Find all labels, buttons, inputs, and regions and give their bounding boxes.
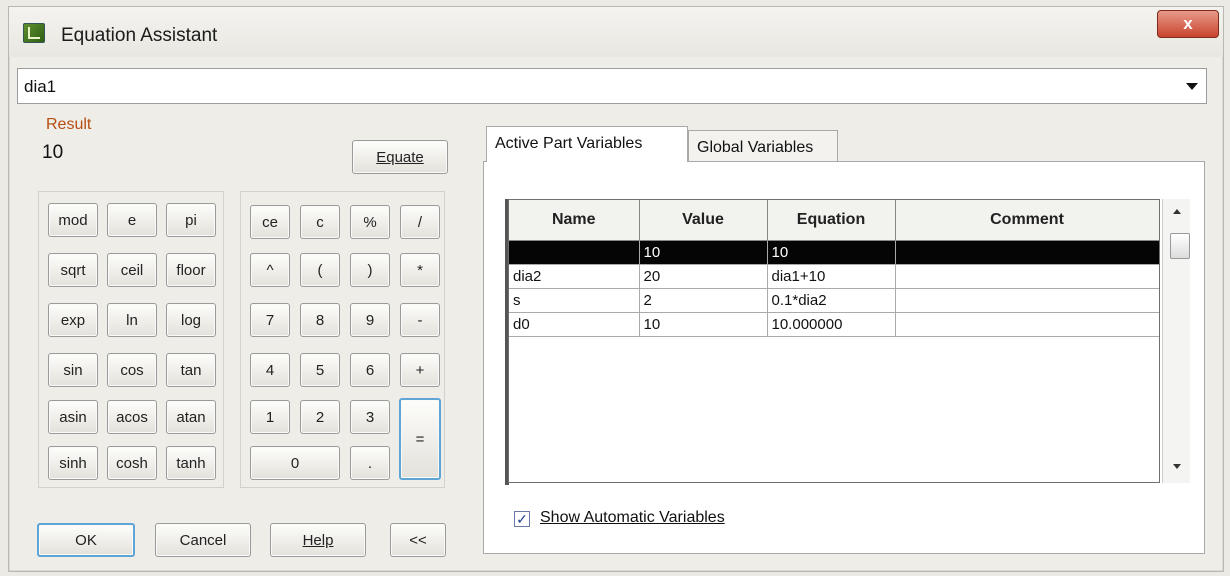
cell-name[interactable]: dia2 [509, 264, 640, 289]
key-cos[interactable]: cos [107, 353, 157, 387]
show-automatic-variables-checkbox[interactable]: ✓ [514, 511, 530, 527]
key-5[interactable]: 5 [300, 353, 340, 387]
column-header-value[interactable]: Value [639, 200, 768, 241]
key-percent[interactable]: % [350, 205, 390, 239]
table-header-row: Name Value Equation Comment [509, 200, 1159, 241]
key-ceil[interactable]: ceil [107, 253, 157, 287]
table-row[interactable]: dia2 20 dia1+10 [509, 264, 1159, 289]
key-2[interactable]: 2 [300, 400, 340, 434]
key-e[interactable]: e [107, 203, 157, 237]
key-power[interactable]: ^ [250, 253, 290, 287]
key-sqrt[interactable]: sqrt [48, 253, 98, 287]
key-4[interactable]: 4 [250, 353, 290, 387]
chevron-down-icon[interactable] [1186, 83, 1198, 90]
key-sinh[interactable]: sinh [48, 446, 98, 480]
tab-global-variables[interactable]: Global Variables [688, 130, 838, 161]
key-exp[interactable]: exp [48, 303, 98, 337]
scroll-thumb[interactable] [1170, 233, 1190, 259]
key-mod[interactable]: mod [48, 203, 98, 237]
cell-value[interactable]: 2 [639, 288, 768, 313]
cell-equation[interactable]: 10.000000 [767, 312, 896, 337]
key-pi[interactable]: pi [166, 203, 216, 237]
result-value: 10 [42, 142, 64, 163]
key-sin[interactable]: sin [48, 353, 98, 387]
table-row-selected[interactable]: 10 10 [509, 240, 1159, 265]
cell-value[interactable]: 10 [639, 240, 768, 265]
app-icon [23, 23, 45, 43]
scroll-down-icon[interactable] [1173, 464, 1181, 469]
key-tanh[interactable]: tanh [166, 446, 216, 480]
key-0[interactable]: 0 [250, 446, 340, 480]
close-button[interactable]: x [1157, 10, 1219, 38]
collapse-button[interactable]: << [390, 523, 446, 557]
cell-comment[interactable] [895, 240, 1159, 265]
window-title: Equation Assistant [61, 25, 218, 46]
cell-equation[interactable]: 10 [767, 240, 896, 265]
key-9[interactable]: 9 [350, 303, 390, 337]
table-scrollbar[interactable] [1162, 199, 1190, 483]
key-plus[interactable]: + [400, 353, 440, 387]
key-3[interactable]: 3 [350, 400, 390, 434]
key-open-paren[interactable]: ( [300, 253, 340, 287]
key-ce[interactable]: ce [250, 205, 290, 239]
key-minus[interactable]: - [400, 303, 440, 337]
key-c[interactable]: c [300, 205, 340, 239]
cell-comment[interactable] [895, 312, 1159, 337]
cell-equation[interactable]: dia1+10 [767, 264, 896, 289]
cell-equation[interactable]: 0.1*dia2 [767, 288, 896, 313]
key-floor[interactable]: floor [166, 253, 216, 287]
key-6[interactable]: 6 [350, 353, 390, 387]
title-bar[interactable]: Equation Assistant x [9, 7, 1223, 57]
equate-button[interactable]: Equate [352, 140, 448, 174]
expression-combobox[interactable]: dia1 [17, 68, 1207, 104]
column-header-comment[interactable]: Comment [895, 200, 1159, 241]
cell-name[interactable]: d0 [509, 312, 640, 337]
key-cosh[interactable]: cosh [107, 446, 157, 480]
variables-table[interactable]: Name Value Equation Comment 10 10 dia2 2… [508, 199, 1160, 483]
cell-name[interactable]: s [509, 288, 640, 313]
key-1[interactable]: 1 [250, 400, 290, 434]
key-close-paren[interactable]: ) [350, 253, 390, 287]
cell-comment[interactable] [895, 264, 1159, 289]
scroll-up-icon[interactable] [1173, 209, 1181, 214]
table-row[interactable]: s 2 0.1*dia2 [509, 288, 1159, 313]
key-atan[interactable]: atan [166, 400, 216, 434]
equate-button-label: Equate [376, 148, 424, 166]
tab-active-part-variables[interactable]: Active Part Variables [486, 126, 688, 162]
show-automatic-variables-text: Show Automatic Variables [540, 509, 725, 526]
key-multiply[interactable]: * [400, 253, 440, 287]
table-row[interactable]: d0 10 10.000000 [509, 312, 1159, 337]
ok-button[interactable]: OK [37, 523, 135, 557]
result-label: Result [46, 116, 92, 133]
cell-comment[interactable] [895, 288, 1159, 313]
key-decimal[interactable]: . [350, 446, 390, 480]
key-log[interactable]: log [166, 303, 216, 337]
expression-input[interactable]: dia1 [24, 77, 56, 97]
cell-name[interactable] [509, 240, 640, 265]
help-button-label: Help [302, 531, 334, 549]
key-tan[interactable]: tan [166, 353, 216, 387]
column-header-equation[interactable]: Equation [767, 200, 896, 241]
key-ln[interactable]: ln [107, 303, 157, 337]
show-automatic-variables-label[interactable]: Show Automatic Variables [540, 509, 725, 527]
key-8[interactable]: 8 [300, 303, 340, 337]
key-equals[interactable]: = [399, 398, 441, 480]
key-divide[interactable]: / [400, 205, 440, 239]
key-asin[interactable]: asin [48, 400, 98, 434]
help-button[interactable]: Help [270, 523, 366, 557]
key-acos[interactable]: acos [107, 400, 157, 434]
cell-value[interactable]: 10 [639, 312, 768, 337]
column-header-name[interactable]: Name [509, 200, 640, 241]
key-7[interactable]: 7 [250, 303, 290, 337]
cell-value[interactable]: 20 [639, 264, 768, 289]
cancel-button[interactable]: Cancel [155, 523, 251, 557]
